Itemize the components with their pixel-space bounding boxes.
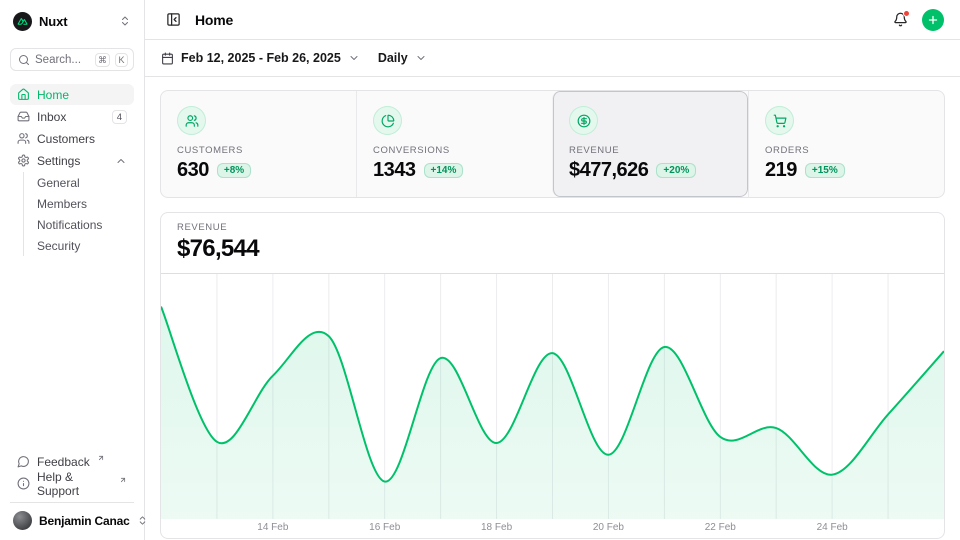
dollar-sign-icon	[569, 106, 598, 135]
chevrons-up-down-icon	[119, 15, 131, 27]
sidebar-item-label: Inbox	[37, 110, 66, 124]
settings-subnav: General Members Notifications Security	[23, 172, 134, 256]
stat-card-customers[interactable]: CUSTOMERS 630 +8%	[161, 91, 356, 197]
stat-label: ORDERS	[765, 145, 928, 156]
sidebar-item-security[interactable]: Security	[24, 235, 134, 256]
sidebar-spacer	[10, 257, 134, 451]
collapse-sidebar-button[interactable]	[161, 8, 185, 32]
page-title: Home	[195, 12, 233, 28]
kbd-meta: ⌘	[95, 53, 110, 67]
sidebar-item-label: Customers	[37, 132, 95, 146]
chart-metric-value: $76,544	[177, 235, 928, 263]
x-axis-tick: 16 Feb	[369, 522, 400, 533]
sidebar-item-home[interactable]: Home	[10, 84, 134, 105]
stats-row: CUSTOMERS 630 +8% CONVERSIONS 1343 +14%	[160, 90, 945, 198]
stat-card-orders[interactable]: ORDERS 219 +15%	[748, 91, 944, 197]
sidebar: Nuxt Search... ⌘ K Home	[0, 0, 145, 540]
x-axis-tick: 22 Feb	[705, 522, 736, 533]
stat-value: 1343	[373, 159, 416, 182]
external-link-icon	[119, 476, 127, 484]
sidebar-item-settings[interactable]: Settings	[10, 150, 134, 171]
granularity-label: Daily	[378, 51, 408, 65]
sidebar-item-help-support[interactable]: Help & Support	[10, 473, 134, 494]
delta-badge: +14%	[424, 163, 464, 178]
workspace-switcher[interactable]: Nuxt	[10, 10, 134, 32]
panel-left-close-icon	[166, 12, 181, 27]
avatar	[13, 511, 32, 530]
delta-badge: +15%	[805, 163, 845, 178]
date-range-picker[interactable]: Feb 12, 2025 - Feb 26, 2025	[161, 51, 360, 65]
revenue-area-chart[interactable]	[161, 273, 944, 519]
stat-label: REVENUE	[569, 145, 732, 156]
delta-badge: +20%	[656, 163, 696, 178]
search-icon	[18, 54, 30, 66]
sidebar-nav: Home Inbox 4 Customers Settings	[10, 84, 134, 257]
search-placeholder: Search...	[35, 54, 81, 66]
search-input[interactable]: Search... ⌘ K	[10, 48, 134, 71]
stat-value: 630	[177, 159, 209, 182]
sidebar-item-label: Home	[37, 88, 69, 102]
kbd-k: K	[115, 53, 128, 67]
sidebar-item-label: Help & Support	[37, 470, 112, 498]
chevron-down-icon	[348, 52, 360, 64]
sidebar-item-general[interactable]: General	[24, 172, 134, 193]
chart-metric-label: REVENUE	[177, 222, 928, 233]
stat-label: CONVERSIONS	[373, 145, 536, 156]
notification-dot	[903, 10, 910, 17]
gear-icon	[17, 154, 30, 167]
main-area: Home Feb 12, 2	[145, 0, 960, 540]
revenue-chart-card: REVENUE $76,544 14 Feb 16 Feb 18 Feb 20 Feb…	[160, 212, 945, 539]
stat-card-revenue[interactable]: REVENUE $477,626 +20%	[552, 91, 748, 197]
house-icon	[17, 88, 30, 101]
external-link-icon	[97, 454, 105, 462]
inbox-icon	[17, 110, 30, 123]
page-header: Home	[145, 0, 960, 40]
workspace-name: Nuxt	[39, 14, 68, 29]
shopping-cart-icon	[765, 106, 794, 135]
stat-value: 219	[765, 159, 797, 182]
filters-toolbar: Feb 12, 2025 - Feb 26, 2025 Daily	[145, 40, 960, 77]
dashboard-content: CUSTOMERS 630 +8% CONVERSIONS 1343 +14%	[145, 77, 960, 540]
chevron-down-icon	[415, 52, 427, 64]
inbox-count-badge: 4	[112, 110, 127, 124]
app-root: Nuxt Search... ⌘ K Home	[0, 0, 960, 540]
sidebar-item-label: Settings	[37, 154, 80, 168]
sidebar-item-notifications[interactable]: Notifications	[24, 214, 134, 235]
users-icon	[177, 106, 206, 135]
sidebar-item-inbox[interactable]: Inbox 4	[10, 106, 134, 127]
stat-card-conversions[interactable]: CONVERSIONS 1343 +14%	[356, 91, 552, 197]
nuxt-logo-icon	[13, 12, 32, 31]
chevron-up-icon	[115, 155, 127, 167]
users-icon	[17, 132, 30, 145]
message-circle-icon	[17, 455, 30, 468]
user-name: Benjamin Canac	[39, 514, 130, 528]
sidebar-item-label: Feedback	[37, 455, 90, 469]
calendar-icon	[161, 52, 174, 65]
granularity-select[interactable]: Daily	[378, 51, 427, 65]
chart-x-axis: 14 Feb 16 Feb 18 Feb 20 Feb 22 Feb 24 Feb	[161, 522, 944, 536]
add-button[interactable]	[922, 9, 944, 31]
notifications-button[interactable]	[888, 8, 912, 32]
x-axis-tick: 18 Feb	[481, 522, 512, 533]
chart-svg	[161, 274, 944, 519]
stat-label: CUSTOMERS	[177, 145, 340, 156]
plus-icon	[927, 14, 939, 26]
delta-badge: +8%	[217, 163, 251, 178]
x-axis-tick: 24 Feb	[817, 522, 848, 533]
stat-value: $477,626	[569, 159, 648, 182]
sidebar-item-members[interactable]: Members	[24, 193, 134, 214]
x-axis-tick: 14 Feb	[257, 522, 288, 533]
sidebar-item-customers[interactable]: Customers	[10, 128, 134, 149]
header-actions	[888, 8, 944, 32]
chart-pie-icon	[373, 106, 402, 135]
info-icon	[17, 477, 30, 490]
date-range-label: Feb 12, 2025 - Feb 26, 2025	[181, 51, 341, 65]
user-menu[interactable]: Benjamin Canac	[10, 502, 134, 532]
chart-header: REVENUE $76,544	[161, 213, 944, 272]
x-axis-tick: 20 Feb	[593, 522, 624, 533]
